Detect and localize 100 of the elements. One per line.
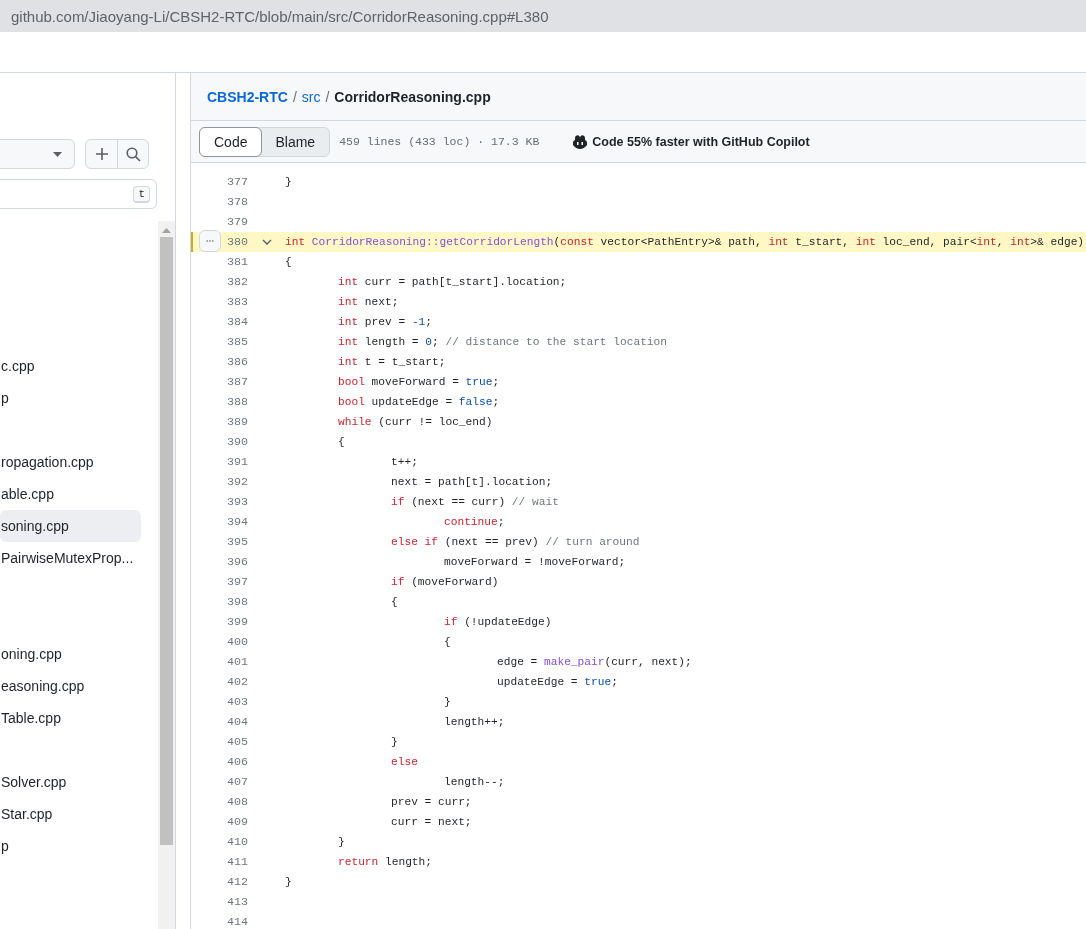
plus-icon (94, 147, 109, 161)
file-item[interactable]: easoning.cpp (0, 670, 141, 702)
code-line: int curr = path[t_start].location; (337, 276, 567, 288)
code-line: edge = make_pair(curr, next); (496, 656, 692, 668)
scroll-up-icon (162, 228, 171, 233)
line-number[interactable]: 411 (193, 855, 248, 869)
file-item[interactable]: Table.cpp (0, 702, 141, 734)
line-number[interactable]: 379 (193, 215, 248, 229)
file-item[interactable]: oning.cpp (0, 638, 141, 670)
code-line: return length; (337, 856, 432, 868)
code-line: if (next == curr) // wait (390, 496, 559, 508)
code-line: { (443, 636, 451, 648)
line-number[interactable]: 391 (193, 455, 248, 469)
line-number[interactable]: 401 (193, 655, 248, 669)
line-number[interactable]: 413 (193, 895, 248, 909)
code-line: } (443, 696, 451, 708)
code-line: { (390, 596, 398, 608)
line-number[interactable]: 387 (193, 375, 248, 389)
file-item[interactable]: ropagation.cpp (0, 446, 141, 478)
line-number[interactable]: 404 (193, 715, 248, 729)
scrollbar[interactable] (158, 221, 175, 929)
line-number[interactable]: 396 (193, 555, 248, 569)
code-line: moveForward = !moveForward; (443, 556, 626, 568)
line-number[interactable]: 412 (193, 875, 248, 889)
code-line: } (337, 836, 345, 848)
line-number[interactable]: 380 (193, 235, 248, 249)
line-number[interactable]: 386 (193, 355, 248, 369)
line-number[interactable]: 408 (193, 795, 248, 809)
line-number[interactable]: 390 (193, 435, 248, 449)
line-number[interactable]: 414 (193, 915, 248, 929)
code-line: int next; (337, 296, 399, 308)
code-line: length--; (443, 776, 505, 788)
file-item[interactable]: PairwiseMutexProp... (0, 542, 141, 574)
line-number[interactable]: 403 (193, 695, 248, 709)
code-line: while (curr != loc_end) (337, 416, 493, 428)
line-number[interactable]: 384 (193, 315, 248, 329)
code-line: bool moveForward = true; (337, 376, 500, 388)
line-number[interactable]: 398 (193, 595, 248, 609)
line-number[interactable]: 377 (193, 175, 248, 189)
line-number[interactable]: 395 (193, 535, 248, 549)
code-line: int t = t_start; (337, 356, 446, 368)
line-number[interactable]: 402 (193, 675, 248, 689)
code-line: continue; (443, 516, 505, 528)
code-line: if (!updateEdge) (443, 616, 552, 628)
line-number[interactable]: 405 (193, 735, 248, 749)
breadcrumb-separator: / (292, 88, 297, 105)
code-line: next = path[t].location; (390, 476, 553, 488)
filter-field[interactable]: t (0, 179, 157, 209)
code-line: curr = next; (390, 816, 472, 828)
line-number[interactable]: 400 (193, 635, 248, 649)
code-line: { (337, 436, 345, 448)
line-number[interactable]: 407 (193, 775, 248, 789)
line-number[interactable]: 399 (193, 615, 248, 629)
code-line: } (285, 176, 292, 188)
code-line: updateEdge = true; (496, 676, 618, 688)
file-name: CorridorReasoning.cpp (334, 88, 491, 105)
code-line: { (285, 256, 292, 268)
line-number[interactable]: 383 (193, 295, 248, 309)
code-line: else (390, 756, 418, 768)
file-item[interactable]: p (0, 830, 141, 862)
file-item[interactable]: c.cpp (0, 350, 141, 382)
line-number[interactable]: 410 (193, 835, 248, 849)
line-number[interactable]: 385 (193, 335, 248, 349)
code-line: } (285, 876, 292, 888)
code-line: if (moveForward) (390, 576, 499, 588)
line-number[interactable]: 393 (193, 495, 248, 509)
breadcrumb-link[interactable]: src (301, 88, 321, 105)
line-number[interactable]: 378 (193, 195, 248, 209)
view-tab[interactable]: Blame (261, 127, 330, 156)
line-number[interactable]: 394 (193, 515, 248, 529)
branch-dropdown[interactable] (0, 139, 75, 169)
shortcut-key: t (133, 185, 150, 203)
chevron-down-icon[interactable] (261, 239, 272, 245)
code-line: int CorridorReasoning::getCorridorLength(const vector<PathEntry>& path, int t_start, int loc_end, pair<int, int>& edge) (285, 236, 1085, 248)
caret-icon (53, 151, 62, 157)
line-number[interactable]: 381 (193, 255, 248, 269)
copilot-icon (572, 134, 589, 149)
search-icon (125, 146, 141, 162)
file-item[interactable]: p (0, 382, 141, 414)
code-line: bool updateEdge = false; (337, 396, 500, 408)
line-number[interactable]: 409 (193, 815, 248, 829)
line-number[interactable]: 406 (193, 755, 248, 769)
code-line: else if (next == prev) // turn around (390, 536, 640, 548)
file-info: 459 lines (433 loc) · 17.3 KB (339, 135, 540, 148)
copilot-link[interactable]: Code 55% faster with GitHub Copilot (572, 134, 810, 149)
line-number[interactable]: 382 (193, 275, 248, 289)
code-line: int length = 0; // distance to the start location (337, 336, 667, 348)
line-number[interactable]: 389 (193, 415, 248, 429)
view-tab[interactable]: Code (199, 126, 263, 157)
line-number[interactable]: 388 (193, 395, 248, 409)
line-number[interactable]: 397 (193, 575, 248, 589)
file-item[interactable]: soning.cpp (0, 510, 141, 542)
file-item[interactable]: Star.cpp (0, 798, 141, 830)
panel-splitter[interactable] (175, 73, 191, 929)
breadcrumb-separator: / (325, 88, 330, 105)
file-item[interactable]: able.cpp (0, 478, 141, 510)
breadcrumb-link[interactable]: CBSH2-RTC (207, 88, 288, 105)
line-options-button[interactable] (199, 230, 221, 252)
file-item[interactable]: Solver.cpp (0, 766, 141, 798)
line-number[interactable]: 392 (193, 475, 248, 489)
